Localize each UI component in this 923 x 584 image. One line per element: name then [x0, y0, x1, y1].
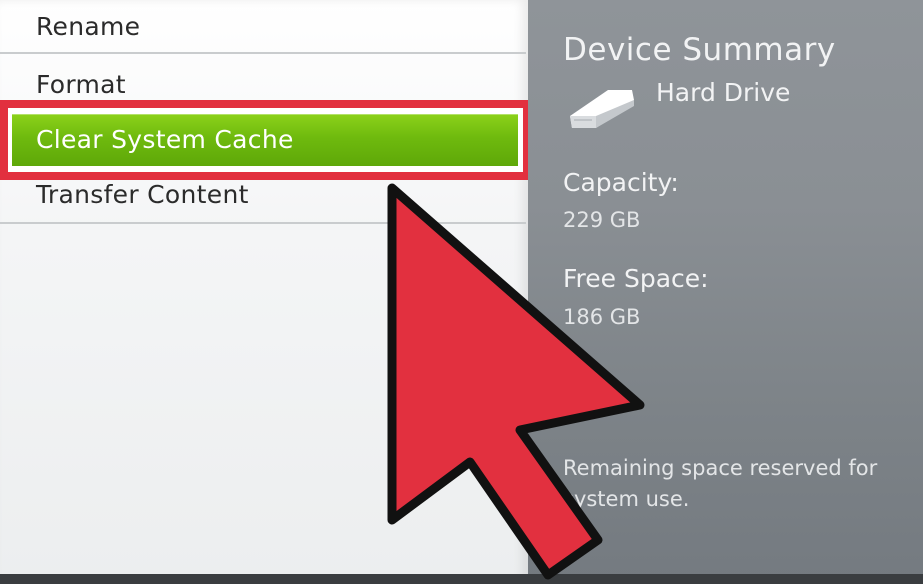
device-options-menu: Rename Format Clear System Cache Transfe…: [0, 0, 531, 584]
capacity-value: 229 GB: [563, 208, 641, 232]
menu-item-label: Clear System Cache: [36, 125, 294, 154]
free-space-value: 186 GB: [563, 305, 641, 329]
storage-device-screen: Rename Format Clear System Cache Transfe…: [0, 0, 923, 584]
hard-drive-icon: [570, 90, 634, 128]
device-name: Hard Drive: [656, 78, 791, 107]
menu-item-label: Format: [36, 70, 126, 99]
menu-item-label: Rename: [36, 12, 141, 41]
menu-item-clear-system-cache[interactable]: Clear System Cache: [12, 114, 518, 166]
menu-item-label: Transfer Content: [36, 180, 249, 209]
device-summary-panel: Device Summary Hard Drive Capacity: 229 …: [528, 0, 923, 584]
free-space-label: Free Space:: [563, 264, 709, 293]
reserved-space-note: Remaining space reserved for system use.: [563, 456, 878, 511]
bottom-strip: [0, 574, 923, 584]
menu-item-transfer-content[interactable]: Transfer Content: [0, 170, 526, 224]
summary-title: Device Summary: [563, 32, 836, 68]
menu-item-rename[interactable]: Rename: [0, 0, 526, 54]
capacity-label: Capacity:: [563, 168, 679, 197]
